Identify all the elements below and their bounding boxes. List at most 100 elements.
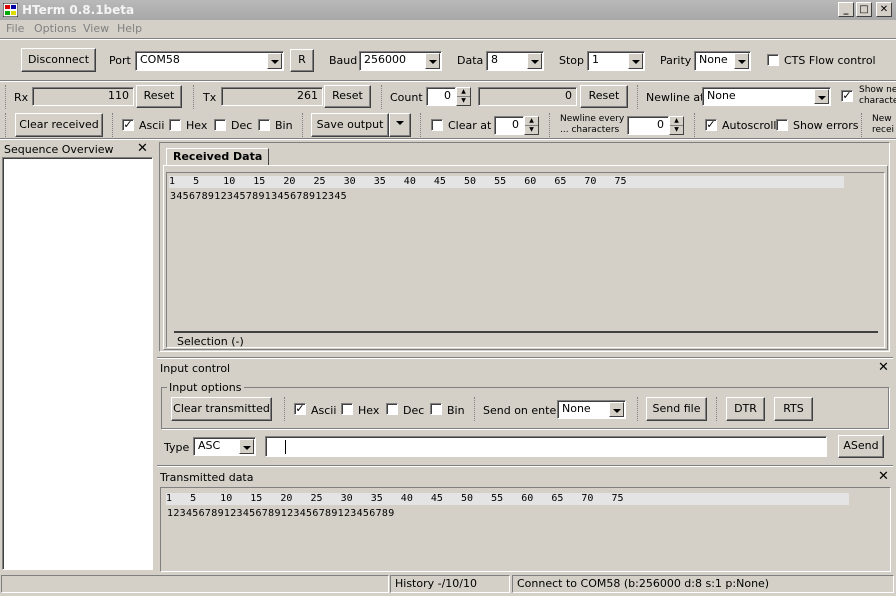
status-history: History -/10/10 [390,575,510,593]
show-newline-label: Show ne characte [859,85,896,106]
tx-label: Tx [203,91,217,104]
chevron-down-icon[interactable] [814,89,829,104]
spin-down-icon[interactable]: ▼ [525,126,538,135]
hex-checkbox[interactable] [169,119,181,131]
show-errors-checkbox[interactable] [776,119,788,131]
menu-help[interactable]: Help [117,22,142,35]
count-label: Count [390,91,423,104]
chevron-down-icon[interactable] [267,53,282,69]
rts-button[interactable]: RTS [774,397,813,421]
ascii-checkbox[interactable]: ✓ [122,119,134,131]
dtr-button[interactable]: DTR [726,397,765,421]
newline-every-label: Newline every ... characters [560,114,625,135]
chevron-down-icon[interactable] [239,439,254,454]
spin-up-icon[interactable]: ▲ [457,88,470,97]
newline-select[interactable]: None [702,87,831,106]
stop-bits-value: 1 [592,53,599,66]
clear-transmitted-button[interactable]: Clear transmitted [171,397,272,421]
spin-down-icon[interactable]: ▼ [670,126,683,135]
window-title: HTerm 0.8.1beta [22,3,135,17]
clear-received-button[interactable]: Clear received [15,113,103,137]
transmitted-title: Transmitted data [160,471,254,484]
send-on-enter-select[interactable]: None [557,400,626,419]
baud-label: Baud [329,54,358,67]
type-label: Type [164,441,190,454]
clear-at-spinner[interactable]: ▲ ▼ [524,116,539,135]
port-value: COM58 [140,53,180,66]
refresh-ports-button[interactable]: R [290,49,314,72]
transmitted-text[interactable]: 123456789123456789123456789123456789 [167,508,395,519]
send-input[interactable] [265,436,827,457]
sequence-overview-title: Sequence Overview [4,143,114,156]
count-reset-button[interactable]: Reset [580,85,628,108]
chevron-down-icon[interactable] [734,53,749,69]
bin-label: Bin [275,119,293,132]
port-select[interactable]: COM58 [135,51,284,71]
newline-label: Newline at [646,91,705,104]
count-value: 0 [478,87,577,106]
newline-value: None [707,89,736,102]
parity-select[interactable]: None [694,51,751,71]
received-text[interactable]: 3456789123457891345678912345 [170,191,347,202]
baud-select[interactable]: 256000 [359,51,442,71]
title-bar[interactable]: HTerm 0.8.1beta _ □ ✕ [0,0,896,20]
show-newline-checkbox[interactable]: ✓ [841,90,853,102]
app-icon [3,3,18,17]
selection-label: Selection (-) [177,335,244,348]
count-input[interactable]: 0 [426,87,456,106]
close-button[interactable]: ✕ [876,2,892,17]
asend-button[interactable]: ASend [838,435,884,458]
dec-label: Dec [231,119,253,132]
input-control-title: Input control [160,362,231,375]
transmitted-close-icon[interactable]: ✕ [878,470,889,483]
minimize-button[interactable]: _ [838,2,854,17]
menu-file[interactable]: File [6,22,24,35]
save-output-button[interactable]: Save output [311,113,389,137]
stop-bits-select[interactable]: 1 [587,51,645,71]
tab-received-data[interactable]: Received Data [166,148,270,166]
spin-up-icon[interactable]: ▲ [525,117,538,126]
port-label: Port [109,54,131,67]
spin-up-icon[interactable]: ▲ [670,117,683,126]
input-dec-checkbox[interactable] [386,403,398,415]
count-spinner[interactable]: ▲ ▼ [456,87,471,106]
dec-checkbox[interactable] [214,119,226,131]
disconnect-button[interactable]: Disconnect [21,48,96,72]
parity-label: Parity [660,54,692,67]
chevron-down-icon[interactable] [628,53,643,69]
input-hex-label: Hex [358,404,380,417]
type-select[interactable]: ASC [193,437,256,456]
input-bin-checkbox[interactable] [430,403,442,415]
newline-every-input[interactable]: 0 [627,116,669,135]
show-errors-label: Show errors [793,119,859,132]
input-hex-checkbox[interactable] [341,403,353,415]
status-connection: Connect to COM58 (b:256000 d:8 s:1 p:Non… [512,575,894,593]
menu-bar: File Options View Help [0,20,896,38]
bin-checkbox[interactable] [258,119,270,131]
autoscroll-checkbox[interactable]: ✓ [705,119,717,131]
clear-at-input[interactable]: 0 [494,116,524,135]
chevron-down-icon[interactable] [609,402,624,417]
transmitted-area[interactable]: 1 5 10 15 20 25 30 35 40 45 50 55 60 65 … [160,487,891,572]
data-bits-select[interactable]: 8 [486,51,544,71]
cts-checkbox[interactable] [767,54,779,66]
received-area[interactable]: 1 5 10 15 20 25 30 35 40 45 50 55 60 65 … [166,172,885,348]
chevron-down-icon[interactable] [527,53,542,69]
menu-options[interactable]: Options [34,22,76,35]
chevron-down-icon[interactable] [425,53,440,69]
input-ascii-checkbox[interactable]: ✓ [294,403,306,415]
sequence-overview-list[interactable] [2,157,153,570]
save-output-dropdown[interactable] [389,113,411,137]
input-control-close-icon[interactable]: ✕ [878,361,889,374]
send-file-button[interactable]: Send file [646,397,707,421]
rx-reset-button[interactable]: Reset [136,85,182,108]
sequence-close-icon[interactable]: ✕ [137,142,148,155]
menu-view[interactable]: View [83,22,109,35]
newline-every-spinner[interactable]: ▲ ▼ [669,116,684,135]
clear-at-checkbox[interactable] [431,119,443,131]
maximize-button[interactable]: □ [856,2,872,17]
spin-down-icon[interactable]: ▼ [457,97,470,106]
tx-reset-button[interactable]: Reset [324,85,371,108]
data-bits-value: 8 [491,53,498,66]
send-on-enter-value: None [562,402,591,415]
